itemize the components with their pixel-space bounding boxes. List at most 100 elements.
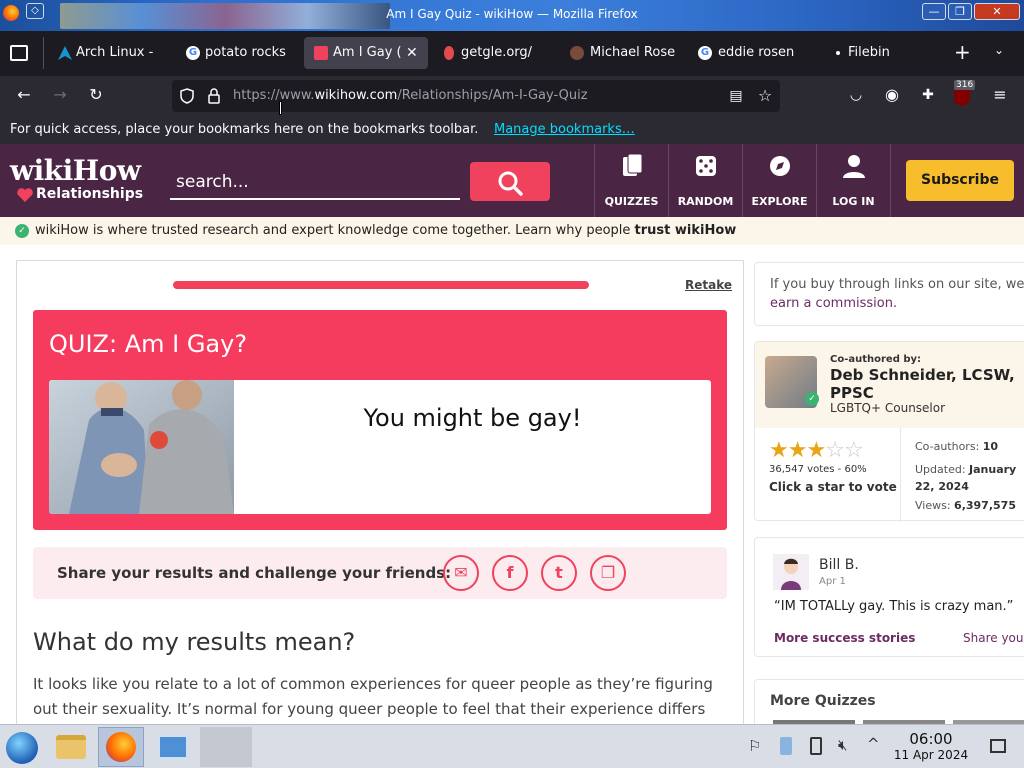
- share-your-story-link[interactable]: Share your: [963, 631, 1024, 645]
- facebook-share-icon[interactable]: f: [492, 555, 528, 591]
- trust-text: wikiHow is where trusted research and ex…: [35, 223, 635, 238]
- twitter-share-icon[interactable]: t: [541, 555, 577, 591]
- star-empty-icon[interactable]: ☆: [825, 438, 845, 463]
- url-text[interactable]: https://www.wikihow.com/Relationships/Am…: [233, 88, 588, 103]
- wikihow-favicon: [314, 46, 328, 60]
- file-manager-button[interactable]: [48, 727, 94, 767]
- tab-michael-rose[interactable]: Michael Rose: [560, 37, 684, 69]
- tab-am-i-gay-quiz[interactable]: Am I Gay ( ✕: [304, 37, 428, 69]
- manage-bookmarks-link[interactable]: Manage bookmarks…: [494, 122, 635, 137]
- control-panel-icon: [158, 735, 188, 759]
- email-share-icon[interactable]: ✉: [443, 555, 479, 591]
- tab-arch-linux[interactable]: Arch Linux -: [48, 37, 170, 69]
- taskbar-window-button[interactable]: [200, 727, 252, 767]
- tab-eddie-rosen[interactable]: G eddie rosen: [688, 37, 812, 69]
- nav-label: EXPLORE: [751, 195, 808, 208]
- url-path: /Relationships/Am-I-Gay-Quiz: [397, 88, 588, 103]
- tracking-protection-icon[interactable]: [179, 88, 195, 104]
- reader-view-icon[interactable]: ▤: [724, 86, 748, 106]
- clock-time[interactable]: 06:00: [895, 730, 967, 748]
- nav-explore[interactable]: EXPLORE: [742, 144, 816, 217]
- window-titlebar: ◇ Am I Gay Quiz - wikiHow — Mozilla Fire…: [0, 0, 1024, 31]
- tab-getgle[interactable]: getgle.org/: [432, 37, 556, 69]
- battery-icon[interactable]: [810, 737, 822, 755]
- navigation-bar: ← → ↻ https://www.wikihow.com/Relationsh…: [0, 76, 1024, 116]
- control-panel-button[interactable]: [150, 727, 196, 767]
- show-desktop-icon[interactable]: [990, 739, 1006, 753]
- lock-icon[interactable]: [207, 88, 221, 104]
- forward-icon[interactable]: →: [48, 85, 72, 105]
- clock-date[interactable]: 11 Apr 2024: [892, 748, 970, 762]
- tray-expand-icon[interactable]: ^: [867, 735, 880, 753]
- search-input[interactable]: search...: [170, 164, 460, 200]
- star-filled-icon[interactable]: ★: [806, 438, 826, 463]
- dice-icon: [696, 156, 716, 176]
- review-text: “IM TOTALLy gay. This is crazy man.”: [774, 599, 1014, 614]
- earn-commission-link[interactable]: earn a commission.: [770, 296, 897, 311]
- clipboard-icon[interactable]: [780, 737, 792, 755]
- retake-button[interactable]: Retake: [685, 278, 732, 292]
- close-tab-icon[interactable]: ✕: [406, 37, 418, 69]
- search-button[interactable]: [470, 162, 550, 201]
- site-header: wikiHow Relationships search... QUIZZES …: [0, 144, 1024, 217]
- nav-random[interactable]: RANDOM: [668, 144, 742, 217]
- author-name[interactable]: Deb Schneider, LCSW, PPSC: [830, 366, 1024, 402]
- tab-label: Arch Linux -: [76, 45, 154, 60]
- extensions-icon[interactable]: ✚: [916, 85, 940, 105]
- account-icon[interactable]: ◉: [880, 85, 904, 105]
- heart-icon: [17, 188, 33, 202]
- bookmark-star-icon[interactable]: ☆: [753, 86, 777, 106]
- check-circle-icon: ✓: [15, 224, 29, 238]
- tab-potato-rocks[interactable]: G potato rocks: [176, 37, 300, 69]
- updated-stat: Updated: January 22, 2024: [915, 461, 1024, 495]
- affiliate-text: If you buy through links on our site, we…: [770, 277, 1024, 292]
- wikihow-logo[interactable]: wikiHow: [10, 154, 141, 187]
- trust-link[interactable]: trust wikiHow: [635, 223, 737, 238]
- section-label[interactable]: Relationships: [36, 186, 143, 202]
- firefox-taskbar-button[interactable]: [98, 727, 144, 767]
- star-rating[interactable]: ★★★☆☆: [769, 438, 864, 463]
- window-title: Am I Gay Quiz - wikiHow — Mozilla Firefo…: [386, 7, 638, 21]
- star-filled-icon[interactable]: ★: [769, 438, 789, 463]
- tab-filebin[interactable]: Filebin: [826, 37, 936, 69]
- volume-muted-icon[interactable]: 🔇︎: [838, 736, 847, 754]
- new-tab-button[interactable]: +: [954, 41, 971, 63]
- subscribe-button[interactable]: Subscribe: [906, 160, 1014, 201]
- stats-divider: [900, 428, 901, 522]
- nav-label: LOG IN: [832, 195, 875, 208]
- ublock-origin-icon[interactable]: [954, 88, 970, 106]
- list-all-tabs-icon[interactable]: ⌄: [994, 43, 1004, 57]
- pocket-icon[interactable]: ◡: [844, 85, 868, 105]
- star-filled-icon[interactable]: ★: [788, 438, 808, 463]
- filebin-icon: [836, 51, 840, 55]
- star-empty-icon[interactable]: ☆: [844, 438, 864, 463]
- more-success-stories-link[interactable]: More success stories: [774, 631, 915, 645]
- app-menu-icon[interactable]: ≡: [988, 85, 1012, 105]
- result-image: [49, 380, 234, 514]
- back-icon[interactable]: ←: [12, 85, 36, 105]
- tab-overview-icon[interactable]: [10, 45, 28, 61]
- copy-link-icon[interactable]: ❐: [590, 555, 626, 591]
- close-window-button[interactable]: ✕: [974, 3, 1020, 20]
- minimize-button[interactable]: —: [922, 3, 946, 20]
- url-bar[interactable]: https://www.wikihow.com/Relationships/Am…: [172, 80, 780, 112]
- maximize-button[interactable]: ❐: [948, 3, 972, 20]
- bookmarks-toolbar: For quick access, place your bookmarks h…: [0, 116, 1024, 144]
- share-panel: Share your results and challenge your fr…: [33, 547, 727, 599]
- nav-label: QUIZZES: [604, 195, 659, 208]
- reload-icon[interactable]: ↻: [84, 85, 108, 105]
- more-quizzes-heading: More Quizzes: [770, 693, 876, 709]
- tab-label: Am I Gay (: [333, 45, 402, 60]
- views-stat: Views: 6,397,575: [915, 499, 1016, 512]
- nav-quizzes[interactable]: QUIZZES: [594, 144, 668, 217]
- firefox-icon: [106, 732, 136, 762]
- nav-log-in[interactable]: LOG IN: [816, 144, 890, 217]
- user-icon: [843, 155, 865, 178]
- quiz-result-panel: QUIZ: Am I Gay? You might be gay!: [33, 310, 727, 530]
- start-menu-button[interactable]: [0, 727, 46, 767]
- share-prompt: Share your results and challenge your fr…: [57, 564, 452, 582]
- tab-label: potato rocks: [205, 45, 286, 60]
- verified-badge-icon: ✓: [805, 392, 819, 406]
- notifications-icon[interactable]: ⚐: [748, 737, 761, 755]
- tab-label: Filebin: [848, 45, 890, 60]
